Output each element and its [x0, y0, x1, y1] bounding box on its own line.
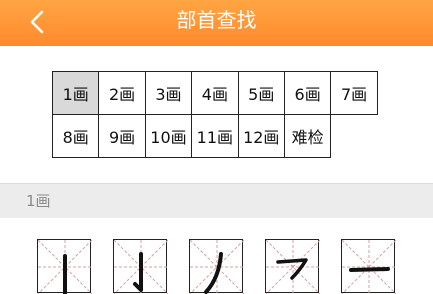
tianzige-grid-icon	[342, 240, 396, 294]
radical-item-zhe[interactable]	[265, 239, 320, 294]
stroke-count-difficult[interactable]: 难检	[284, 115, 332, 158]
tianzige-grid-icon	[38, 240, 92, 294]
stroke-count-11[interactable]: 11画	[192, 115, 239, 158]
grid-empty-cell	[331, 115, 377, 158]
stroke-count-grid: 1画 2画 3画 4画 5画 6画 7画 8画 9画 10画 11画 12画 难…	[52, 71, 378, 158]
header-bar: 部首查找	[0, 0, 433, 46]
radical-glyph-pie	[204, 252, 223, 294]
stroke-count-7[interactable]: 7画	[331, 72, 378, 115]
radical-item-gun[interactable]	[37, 239, 92, 294]
page-title: 部首查找	[176, 8, 257, 32]
radical-item-yi[interactable]	[341, 239, 396, 294]
tianzige-grid-icon	[266, 240, 320, 294]
radical-item-jue[interactable]	[113, 239, 168, 294]
radical-item-pie[interactable]	[189, 239, 244, 294]
stroke-count-5[interactable]: 5画	[238, 72, 285, 115]
section-label: 1画	[26, 192, 51, 210]
stroke-count-10[interactable]: 10画	[145, 115, 193, 158]
stroke-count-2[interactable]: 2画	[99, 72, 146, 115]
stroke-count-9[interactable]: 9画	[99, 115, 146, 158]
tianzige-grid-icon	[114, 240, 168, 294]
stroke-count-3[interactable]: 3画	[145, 72, 193, 115]
stroke-count-6[interactable]: 6画	[284, 72, 332, 115]
stroke-count-12[interactable]: 12画	[238, 115, 285, 158]
stroke-count-4[interactable]: 4画	[192, 72, 239, 115]
stroke-count-1[interactable]: 1画	[53, 72, 100, 115]
radical-glyph-yi	[349, 267, 390, 272]
tianzige-grid-icon	[190, 240, 244, 294]
section-header: 1画	[0, 183, 433, 218]
stroke-count-8[interactable]: 8画	[53, 115, 100, 158]
